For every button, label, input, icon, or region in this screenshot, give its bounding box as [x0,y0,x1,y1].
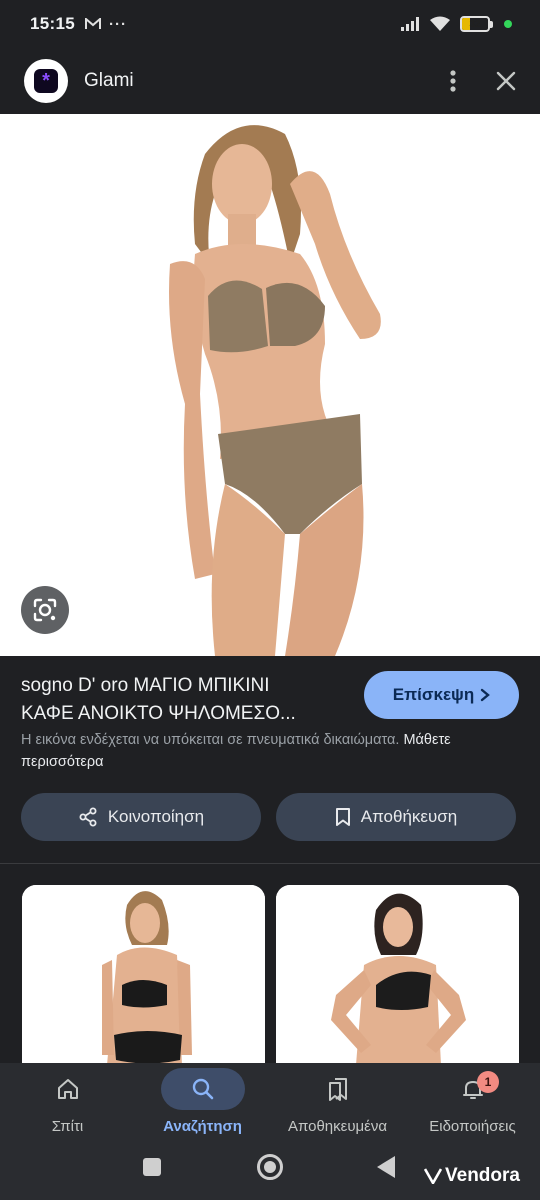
lens-search-icon [33,598,57,622]
status-bar: 15:15 ··· 32 [0,0,540,48]
watermark-text: Vendora [445,1165,520,1186]
save-button[interactable]: Αποθήκευση [276,793,516,841]
more-options-button[interactable] [450,70,456,92]
vendora-logo-icon [424,1168,442,1184]
related-photo [276,885,519,1063]
bookmark-icon [335,808,350,826]
copyright-text: Η εικόνα ενδέχεται να υπόκειται σε πνευμ… [21,732,400,748]
more-vert-icon [450,70,456,92]
nav-search-label: Αναζήτηση [163,1118,242,1135]
app-title: Glami [84,70,134,91]
google-lens-button[interactable] [21,586,69,634]
share-label: Κοινοποίηση [107,807,205,826]
visit-button[interactable]: Επίσκεψη [364,671,519,719]
close-icon [496,71,516,91]
chevron-right-icon [481,688,491,702]
nav-home-label: Σπίτι [51,1118,84,1135]
related-images-grid [0,865,540,1063]
bookmarks-icon [328,1078,347,1101]
glami-logo-icon: * [34,69,58,93]
wifi-icon [430,16,450,31]
home-icon [57,1079,78,1099]
product-image[interactable] [0,114,540,656]
app-header: * Glami [0,48,540,114]
status-time: 15:15 [30,14,75,33]
vendora-watermark: Vendora [424,1165,520,1187]
nav-saved[interactable]: Αποθηκευμένα [270,1063,405,1145]
bottom-navigation: Σπίτι Αναζήτηση Αποθηκευμένα 1 Ειδοποιήσ… [0,1063,540,1145]
share-icon [79,807,97,827]
copyright-notice: Η εικόνα ενδέχεται να υπόκειται σε πνευμ… [21,729,526,773]
recents-button[interactable] [143,1158,161,1176]
related-photo [22,885,265,1063]
related-image-card[interactable] [22,885,265,1063]
signal-icon [401,17,419,31]
gmail-icon [84,18,101,29]
search-icon [192,1078,213,1100]
more-notifications-icon: ··· [108,15,127,33]
system-navigation-bar: Vendora [0,1145,540,1200]
product-info-panel: sogno D' oro ΜΑΓΙΟ ΜΠΙΚΙΝΙ ΚΑΦΕ ΑΝΟΙΚΤΟ … [0,656,540,864]
product-title[interactable]: sogno D' oro ΜΑΓΙΟ ΜΠΙΚΙΝΙ ΚΑΦΕ ΑΝΟΙΚΤΟ … [21,672,341,728]
privacy-indicator-dot [504,20,512,28]
product-photo [0,114,540,656]
product-title-line2: ΚΑΦΕ ΑΝΟΙΚΤΟ ΨΗΛΟΜΕΣΟ... [21,703,296,724]
battery-level: 32 [469,18,481,30]
visit-label: Επίσκεψη [392,685,475,704]
related-image-card[interactable] [276,885,519,1063]
product-title-line1: sogno D' oro ΜΑΓΙΟ ΜΠΙΚΙΝΙ [21,675,270,696]
app-logo: * [24,59,68,103]
save-label: Αποθήκευση [360,807,458,826]
nav-search[interactable]: Αναζήτηση [135,1063,270,1145]
nav-notifications[interactable]: 1 Ειδοποιήσεις [405,1063,540,1145]
battery-indicator: 32 [460,16,493,32]
nav-saved-label: Αποθηκευμένα [287,1118,388,1135]
share-button[interactable]: Κοινοποίηση [21,793,261,841]
nav-home[interactable]: Σπίτι [0,1063,135,1145]
close-button[interactable] [496,71,516,91]
nav-notifications-label: Ειδοποιήσεις [429,1118,516,1135]
notification-badge: 1 [477,1071,499,1093]
back-button[interactable] [377,1156,395,1178]
home-button[interactable] [257,1154,283,1180]
